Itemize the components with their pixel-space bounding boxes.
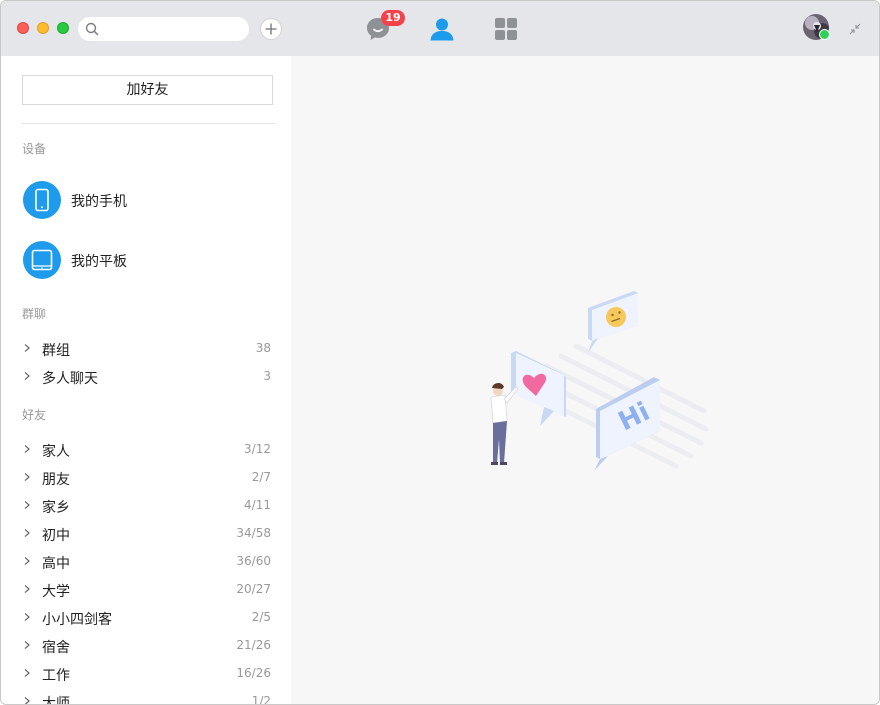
group-label: 工作 bbox=[42, 668, 70, 684]
group-count: 16/26 bbox=[236, 666, 271, 680]
plus-icon bbox=[265, 23, 277, 35]
person-figure bbox=[490, 382, 519, 465]
friend-group-row[interactable]: 初中 34/58 bbox=[22, 523, 272, 545]
group-label: 宿舍 bbox=[42, 640, 70, 656]
group-count: 1/2 bbox=[251, 694, 271, 704]
friend-group-row[interactable]: 家人 3/12 bbox=[22, 439, 272, 461]
zoom-window-button[interactable] bbox=[57, 22, 69, 34]
group-count: 3 bbox=[263, 369, 271, 383]
device-item-tablet[interactable]: 我的平板 bbox=[23, 241, 273, 281]
device-label: 我的手机 bbox=[71, 194, 127, 210]
group-count: 2/5 bbox=[251, 610, 271, 624]
device-icon-circle bbox=[23, 241, 61, 279]
contacts-sidebar: 加好友 设备 我的手机 我的平板 群聊 群组 38 多人聊天 3 好友 家人 3… bbox=[1, 56, 291, 704]
group-label: 家人 bbox=[42, 444, 70, 460]
phone-icon bbox=[35, 188, 49, 212]
section-title-devices: 设备 bbox=[22, 142, 47, 156]
nav-contacts-tab[interactable] bbox=[429, 16, 455, 42]
divider bbox=[22, 123, 276, 124]
friend-group-row[interactable]: 家乡 4/11 bbox=[22, 495, 272, 517]
chevron-right-icon bbox=[24, 501, 30, 509]
group-count: 36/60 bbox=[236, 554, 271, 568]
group-count: 34/58 bbox=[236, 526, 271, 540]
hi-chat-illustration: Hi bbox=[490, 291, 709, 471]
group-label: 朋友 bbox=[42, 472, 70, 488]
search-input[interactable] bbox=[104, 19, 246, 41]
group-count: 20/27 bbox=[236, 582, 271, 596]
friend-group-row[interactable]: 宿舍 21/26 bbox=[22, 635, 272, 657]
shrink-arrows-icon bbox=[849, 23, 861, 35]
chevron-right-icon bbox=[24, 473, 30, 481]
chevron-right-icon bbox=[24, 372, 30, 380]
friend-group-row[interactable]: 大学 20/27 bbox=[22, 579, 272, 601]
online-status-dot bbox=[819, 29, 830, 40]
grid-icon bbox=[495, 18, 517, 40]
group-label: 群组 bbox=[42, 343, 70, 359]
group-count: 38 bbox=[255, 341, 271, 355]
group-count: 3/12 bbox=[244, 442, 271, 456]
tablet-icon bbox=[31, 249, 53, 271]
friend-group-row[interactable]: 小小四剑客 2/5 bbox=[22, 607, 272, 629]
group-label: 初中 bbox=[42, 528, 70, 544]
search-box[interactable] bbox=[78, 17, 249, 41]
section-title-friends: 好友 bbox=[22, 408, 47, 422]
friend-group-row[interactable]: 大师 1/2 bbox=[22, 691, 272, 704]
device-item-phone[interactable]: 我的手机 bbox=[23, 181, 273, 221]
unread-badge: 19 bbox=[381, 10, 405, 26]
friend-group-row[interactable]: 高中 36/60 bbox=[22, 551, 272, 573]
chevron-right-icon bbox=[24, 697, 30, 704]
device-icon-circle bbox=[23, 181, 61, 219]
group-count: 4/11 bbox=[244, 498, 271, 512]
group-label: 大学 bbox=[42, 584, 70, 600]
content-pane: Hi bbox=[291, 56, 879, 704]
add-friend-button[interactable]: 加好友 bbox=[22, 75, 273, 105]
chevron-right-icon bbox=[24, 344, 30, 352]
person-icon bbox=[430, 18, 454, 41]
group-row-multi-chat[interactable]: 多人聊天 3 bbox=[22, 366, 272, 388]
group-row-groups[interactable]: 群组 38 bbox=[22, 338, 272, 360]
group-label: 小小四剑客 bbox=[42, 612, 112, 628]
group-count: 2/7 bbox=[251, 470, 271, 484]
chevron-right-icon bbox=[24, 613, 30, 621]
chevron-right-icon bbox=[24, 641, 30, 649]
close-window-button[interactable] bbox=[17, 22, 29, 34]
app-window: 19 加好友 设备 我的手机 我的平板 群聊 群组 38 多人聊天 3 好友 家… bbox=[0, 0, 880, 705]
titlebar: 19 bbox=[1, 1, 879, 56]
group-label: 多人聊天 bbox=[42, 371, 98, 387]
heart-bubble bbox=[511, 351, 566, 426]
nav-apps-tab[interactable] bbox=[493, 16, 519, 42]
chevron-right-icon bbox=[24, 445, 30, 453]
device-label: 我的平板 bbox=[71, 254, 127, 270]
group-label: 高中 bbox=[42, 556, 70, 572]
search-icon bbox=[85, 22, 99, 36]
group-label: 家乡 bbox=[42, 500, 70, 516]
group-label: 大师 bbox=[42, 696, 70, 704]
collapse-window-button[interactable] bbox=[847, 21, 863, 37]
smiley-bubble bbox=[588, 291, 638, 353]
chevron-right-icon bbox=[24, 529, 30, 537]
friend-group-row[interactable]: 朋友 2/7 bbox=[22, 467, 272, 489]
group-count: 21/26 bbox=[236, 638, 271, 652]
chevron-right-icon bbox=[24, 585, 30, 593]
friend-group-row[interactable]: 工作 16/26 bbox=[22, 663, 272, 685]
add-button[interactable] bbox=[260, 18, 282, 40]
chevron-right-icon bbox=[24, 557, 30, 565]
section-title-group-chats: 群聊 bbox=[22, 307, 47, 321]
minimize-window-button[interactable] bbox=[37, 22, 49, 34]
chevron-right-icon bbox=[24, 669, 30, 677]
